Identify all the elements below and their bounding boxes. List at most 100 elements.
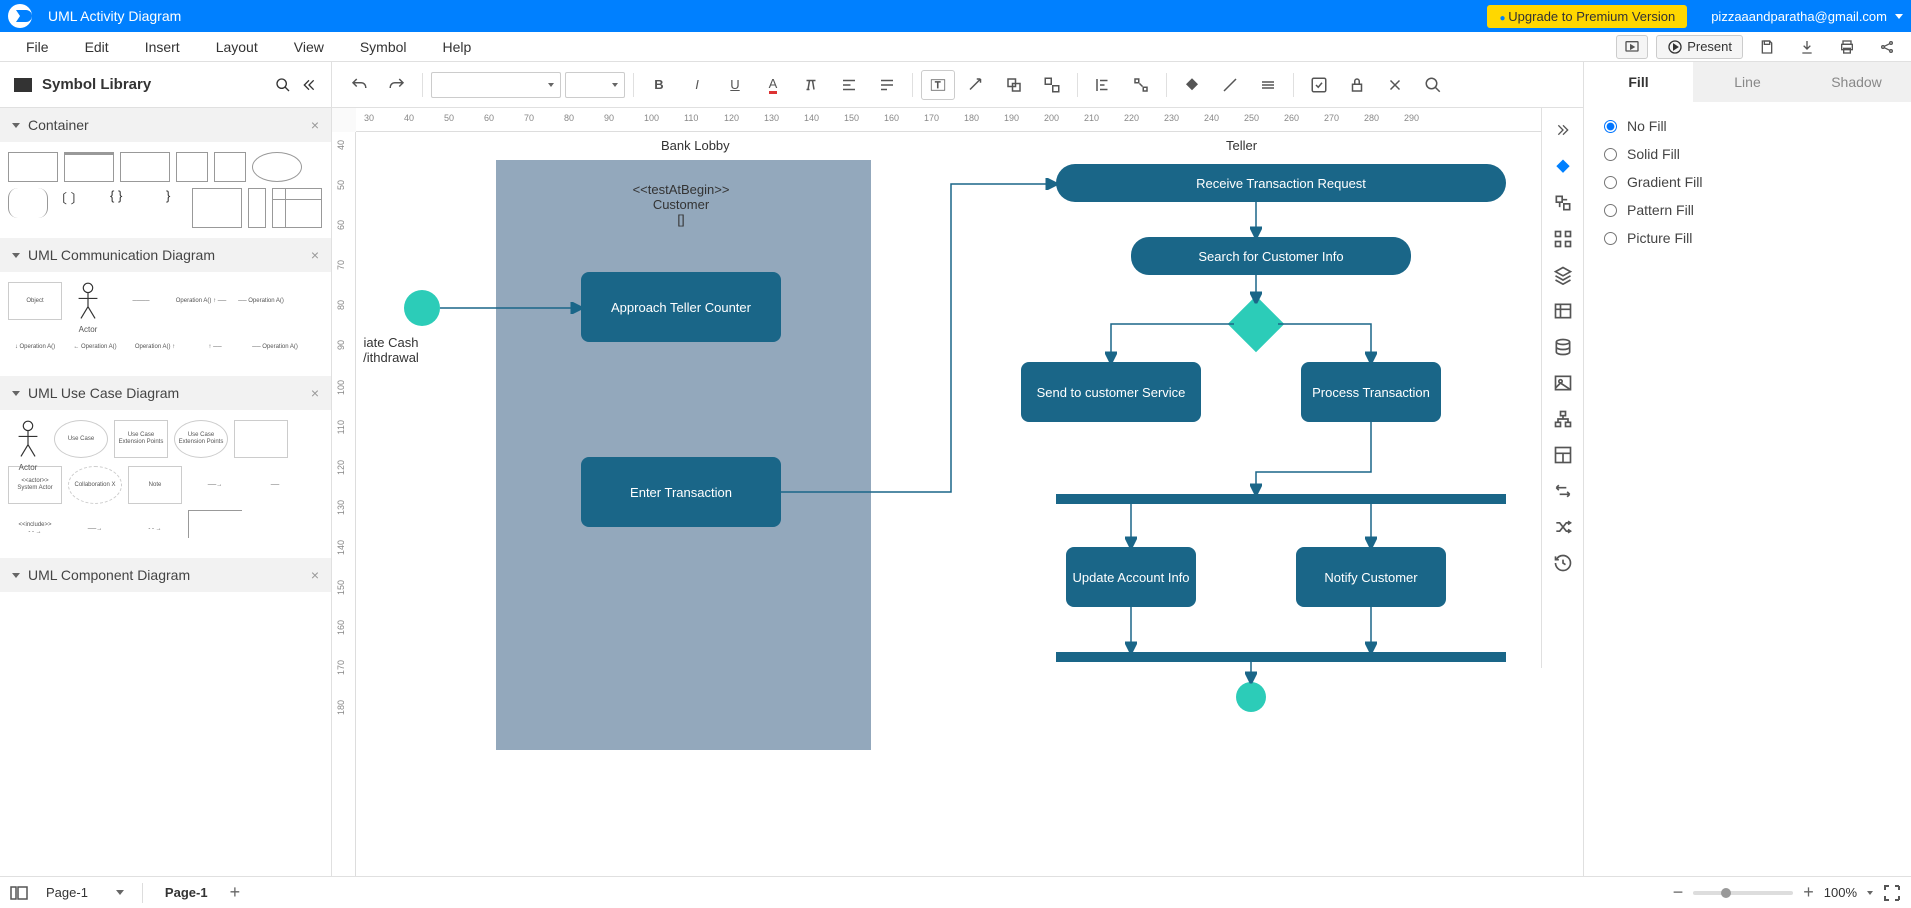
canvas-page[interactable]: Bank Lobby Teller <<testAtBegin>> Custom…: [356, 132, 1583, 876]
zoom-out-button[interactable]: −: [1673, 882, 1684, 903]
shape-bracket[interactable]: [8, 188, 48, 218]
join-bar[interactable]: [1056, 652, 1506, 662]
shape-arrow[interactable]: Operation A() ↑ ──: [174, 282, 228, 320]
layout-icon[interactable]: [1550, 442, 1576, 468]
download-button[interactable]: [1791, 35, 1823, 59]
swimlane-box[interactable]: [496, 160, 871, 750]
shape-note[interactable]: Note: [128, 466, 182, 504]
action-update[interactable]: Update Account Info: [1066, 547, 1196, 607]
clear-format-button[interactable]: [794, 70, 828, 100]
textbox-button[interactable]: T: [921, 70, 955, 100]
line-style-button[interactable]: [1251, 70, 1285, 100]
fill-button[interactable]: [1175, 70, 1209, 100]
font-color-button[interactable]: A: [756, 70, 790, 100]
bold-button[interactable]: B: [642, 70, 676, 100]
shape-usecase[interactable]: Use CaseExtension Points: [114, 420, 168, 458]
swimlane-header[interactable]: Bank Lobby: [661, 138, 730, 153]
upgrade-button[interactable]: Upgrade to Premium Version: [1487, 5, 1687, 28]
transform-icon[interactable]: [1550, 478, 1576, 504]
shape-rect[interactable]: [214, 152, 246, 182]
menu-layout[interactable]: Layout: [198, 39, 276, 55]
line-button[interactable]: [1213, 70, 1247, 100]
shape-arrow[interactable]: Operation A() ↑: [128, 328, 182, 366]
undo-button[interactable]: [342, 70, 376, 100]
shape-grid[interactable]: [272, 188, 322, 228]
shape-tool-icon[interactable]: [1550, 190, 1576, 216]
collapse-panel-icon[interactable]: [301, 77, 317, 93]
shape-include[interactable]: <<include>>- - →: [8, 510, 62, 548]
shape-rect[interactable]: [248, 188, 266, 228]
action-send[interactable]: Send to customer Service: [1021, 362, 1201, 422]
shape-rect[interactable]: [176, 152, 208, 182]
check-button[interactable]: [1302, 70, 1336, 100]
fullscreen-icon[interactable]: [1883, 884, 1901, 902]
ungroup-button[interactable]: [1035, 70, 1069, 100]
close-section-icon[interactable]: ×: [311, 567, 319, 583]
shape-arrow[interactable]: ── Operation A(): [234, 282, 288, 320]
shape-object[interactable]: Object: [8, 282, 62, 320]
user-menu-chevron-icon[interactable]: [1895, 14, 1903, 19]
shape-line[interactable]: ──: [248, 466, 302, 504]
shape-collaboration[interactable]: Collaboration X: [68, 466, 122, 504]
connector-button[interactable]: [959, 70, 993, 100]
start-node[interactable]: [404, 290, 440, 326]
close-section-icon[interactable]: ×: [311, 385, 319, 401]
shape-line[interactable]: ──→: [68, 510, 122, 548]
group-button[interactable]: [997, 70, 1031, 100]
history-icon[interactable]: [1550, 550, 1576, 576]
page-select[interactable]: Page-1: [38, 885, 132, 900]
shape-actor[interactable]: Actor: [8, 420, 48, 460]
shape-rect[interactable]: [234, 420, 288, 458]
shape-brace[interactable]: 〔 〕: [54, 188, 104, 218]
tree-icon[interactable]: [1550, 406, 1576, 432]
shape-rect[interactable]: [120, 152, 170, 182]
search-button[interactable]: [1416, 70, 1450, 100]
action-enter[interactable]: Enter Transaction: [581, 457, 781, 527]
shape-brace[interactable]: { }: [110, 188, 160, 218]
close-section-icon[interactable]: ×: [311, 247, 319, 263]
section-usecase[interactable]: UML Use Case Diagram×: [0, 376, 331, 410]
add-page-button[interactable]: +: [230, 882, 241, 903]
lock-button[interactable]: [1340, 70, 1374, 100]
fork-bar[interactable]: [1056, 494, 1506, 504]
action-approach[interactable]: Approach Teller Counter: [581, 272, 781, 342]
decision-node[interactable]: [1228, 296, 1285, 353]
shape-rect[interactable]: [8, 152, 58, 182]
action-process[interactable]: Process Transaction: [1301, 362, 1441, 422]
shape-usecase[interactable]: Use CaseExtension Points: [174, 420, 228, 458]
zoom-in-button[interactable]: +: [1803, 882, 1814, 903]
shape-actor[interactable]: Actor: [68, 282, 108, 322]
align-button[interactable]: [1086, 70, 1120, 100]
section-communication[interactable]: UML Communication Diagram×: [0, 238, 331, 272]
radio-no-fill[interactable]: No Fill: [1604, 118, 1891, 134]
pages-icon[interactable]: [10, 886, 28, 900]
section-component[interactable]: UML Component Diagram×: [0, 558, 331, 592]
user-email[interactable]: pizzaaandparatha@gmail.com: [1711, 9, 1887, 24]
menu-file[interactable]: File: [8, 39, 67, 55]
share-button[interactable]: [1871, 35, 1903, 59]
shape-rect[interactable]: [64, 152, 114, 182]
font-family-select[interactable]: [431, 72, 561, 98]
shape-ellipse[interactable]: [252, 152, 302, 182]
end-node[interactable]: [1236, 682, 1266, 712]
tab-shadow[interactable]: Shadow: [1802, 62, 1911, 102]
shape-line[interactable]: ────: [114, 282, 168, 320]
action-notify[interactable]: Notify Customer: [1296, 547, 1446, 607]
page-tab[interactable]: Page-1: [153, 885, 220, 900]
shape-arrow[interactable]: ↑ ──: [188, 328, 242, 366]
shape-corner[interactable]: [188, 510, 242, 538]
font-size-select[interactable]: [565, 72, 625, 98]
zoom-slider[interactable]: [1693, 891, 1793, 895]
redo-button[interactable]: [380, 70, 414, 100]
database-icon[interactable]: [1550, 334, 1576, 360]
action-receive[interactable]: Receive Transaction Request: [1056, 164, 1506, 202]
swimlane-header[interactable]: Teller: [1226, 138, 1257, 153]
shape-arrow[interactable]: ── Operation A(): [248, 328, 302, 366]
menu-symbol[interactable]: Symbol: [342, 39, 425, 55]
menu-view[interactable]: View: [276, 39, 342, 55]
search-icon[interactable]: [275, 77, 291, 93]
tools-button[interactable]: [1378, 70, 1412, 100]
tab-fill[interactable]: Fill: [1584, 62, 1693, 102]
align-h-button[interactable]: [832, 70, 866, 100]
align-v-button[interactable]: [870, 70, 904, 100]
